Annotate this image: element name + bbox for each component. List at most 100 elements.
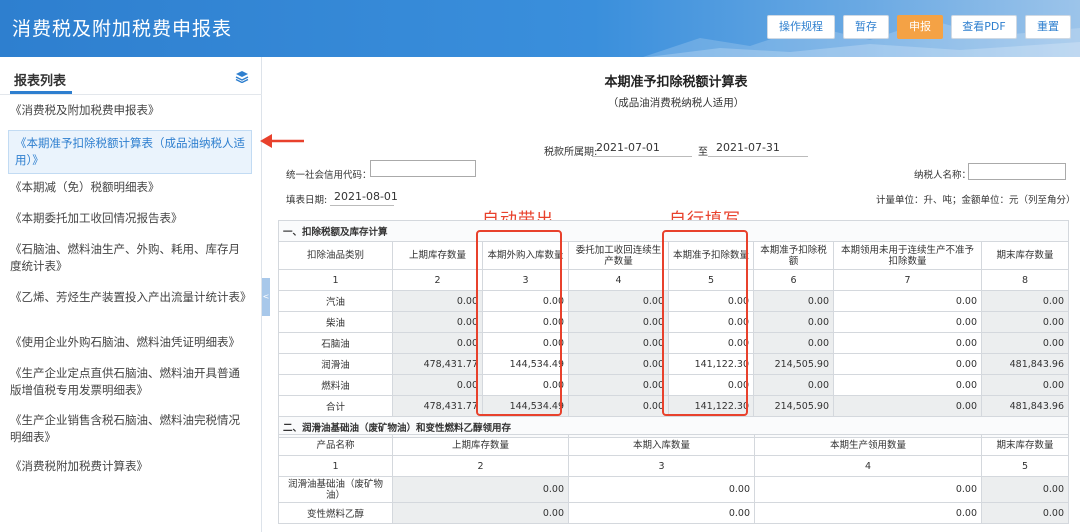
sidebar-item-purchase-voucher-detail[interactable]: 《使用企业外购石脑油、燃料油凭证明细表》 — [10, 334, 250, 351]
end-inventory-cell: 0.00 — [981, 502, 1069, 524]
self-fill-highlight — [662, 230, 748, 416]
table-row: 变性燃料乙醇 0.00 0.00 0.00 0.00 — [278, 502, 1069, 524]
save-draft-button[interactable]: 暂存 — [843, 15, 889, 39]
sidebar-title: 报表列表 — [14, 74, 67, 89]
unit-note: 计量单位：升、吨；金额单位：元（列至角分） — [876, 195, 1076, 206]
non-deductible-qty-input[interactable]: 0.00 — [833, 290, 982, 312]
entrusted-qty-cell: 0.00 — [568, 290, 669, 312]
production-use-qty-input[interactable]: 0.00 — [754, 476, 982, 503]
col-header: 扣除油品类别 — [278, 241, 393, 270]
sidebar-item-naphtha-monthly-stats[interactable]: 《石脑油、燃料油生产、外购、耗用、库存月度统计表》 — [10, 241, 250, 275]
sidebar-collapse-handle[interactable]: < — [262, 278, 270, 316]
row-label: 变性燃料乙醇 — [278, 502, 393, 524]
deductible-tax-cell: 0.00 — [753, 290, 834, 312]
submit-button[interactable]: 申报 — [897, 15, 943, 39]
sidebar-item-entrusted-processing[interactable]: 《本期委托加工收回情况报告表》 — [10, 210, 250, 227]
entrusted-qty-cell: 0.00 — [568, 374, 669, 396]
deductible-tax-cell: 0.00 — [753, 311, 834, 333]
non-deductible-qty-cell: 0.00 — [833, 395, 982, 417]
col-header: 期末库存数量 — [980, 241, 1070, 270]
row-label: 润滑油基础油（废矿物油） — [278, 476, 393, 503]
end-inventory-cell: 0.00 — [980, 332, 1070, 354]
app-header: 消费税及附加税费申报表 操作规程 暂存 申报 查看PDF 重置 — [0, 0, 1080, 57]
credit-code-label: 统一社会信用代码： — [286, 170, 372, 181]
sidebar-title-underline — [10, 91, 72, 94]
sidebar-item-tax-paid-sales-detail[interactable]: 《生产企业销售含税石脑油、燃料油完税情况明细表》 — [10, 412, 250, 446]
col-header: 本期领用未用于连续生产不准予扣除数量 — [833, 241, 982, 270]
non-deductible-qty-input[interactable]: 0.00 — [833, 332, 982, 354]
end-inventory-cell: 481,843.96 — [980, 395, 1070, 417]
procedure-button[interactable]: 操作规程 — [767, 15, 835, 39]
col-header: 上期库存数量 — [392, 241, 483, 270]
sidebar-item-surcharge-calc[interactable]: 《消费税附加税费计算表》 — [10, 458, 250, 475]
col-number: 1 — [278, 455, 393, 477]
entrusted-qty-cell: 0.00 — [568, 353, 669, 375]
deductible-tax-cell: 0.00 — [753, 332, 834, 354]
col-number: 5 — [981, 455, 1069, 477]
col-number: 4 — [568, 269, 669, 291]
row-label: 燃料油 — [278, 374, 393, 396]
col-header: 委托加工收回连续生产数量 — [568, 241, 669, 270]
sidebar-item-consumption-tax-return[interactable]: 《消费税及附加税费申报表》 — [10, 102, 250, 119]
production-use-qty-input[interactable]: 0.00 — [754, 502, 982, 524]
fill-date-label: 填表日期: — [286, 195, 328, 206]
non-deductible-qty-input[interactable]: 0.00 — [833, 374, 982, 396]
period-start-field[interactable]: 2021-07-01 — [596, 141, 660, 154]
period-end-underline — [708, 156, 808, 157]
sidebar-item-exemption-detail[interactable]: 《本期减（免）税额明细表》 — [10, 179, 250, 196]
non-deductible-qty-input[interactable]: 0.00 — [833, 311, 982, 333]
prev-inventory-cell: 0.00 — [392, 332, 483, 354]
end-inventory-cell: 481,843.96 — [980, 353, 1070, 375]
inbound-qty-input[interactable]: 0.00 — [568, 502, 755, 524]
col-header: 本期入库数量 — [568, 434, 755, 456]
end-inventory-cell: 0.00 — [981, 476, 1069, 503]
col-header: 上期库存数量 — [392, 434, 569, 456]
prev-inventory-cell: 0.00 — [392, 374, 483, 396]
lubricant-base-oil-table: 产品名称 上期库存数量 本期入库数量 本期生产领用数量 期末库存数量 1 2 3… — [278, 434, 1069, 524]
sidebar-item-deductible-tax-table[interactable]: 《本期准予扣除税额计算表（成品油纳税人适用）》 — [8, 130, 252, 174]
page-title: 消费税及附加税费申报表 — [12, 18, 233, 40]
prev-inventory-cell: 0.00 — [392, 311, 483, 333]
period-label: 税款所属期: — [544, 147, 598, 158]
reset-button[interactable]: 重置 — [1025, 15, 1071, 39]
end-inventory-cell: 0.00 — [980, 290, 1070, 312]
col-number: 8 — [980, 269, 1070, 291]
non-deductible-qty-input[interactable]: 0.00 — [833, 353, 982, 375]
prev-inventory-cell: 0.00 — [392, 476, 569, 503]
col-number: 3 — [568, 455, 755, 477]
table-row: 润滑油基础油（废矿物油） 0.00 0.00 0.00 0.00 — [278, 476, 1069, 503]
layers-icon[interactable] — [235, 70, 249, 83]
taxpayer-name-input[interactable] — [968, 163, 1066, 180]
taxpayer-name-label: 纳税人名称： — [914, 170, 972, 181]
col-number: 6 — [753, 269, 834, 291]
sidebar-item-direct-supply-invoice[interactable]: 《生产企业定点直供石脑油、燃料油开具普通版增值税专用发票明细表》 — [10, 365, 250, 399]
col-header: 本期生产领用数量 — [754, 434, 982, 456]
col-number: 7 — [833, 269, 982, 291]
deductible-tax-cell: 214,505.90 — [753, 395, 834, 417]
col-number: 4 — [754, 455, 982, 477]
fill-date-field[interactable]: 2021-08-01 — [334, 190, 398, 203]
col-number: 2 — [392, 455, 569, 477]
view-pdf-button[interactable]: 查看PDF — [951, 15, 1017, 39]
row-label: 柴油 — [278, 311, 393, 333]
row-label: 合计 — [278, 395, 393, 417]
sidebar-header: 报表列表 — [0, 57, 262, 95]
credit-code-input[interactable] — [370, 160, 476, 177]
col-header: 本期准予扣除税额 — [753, 241, 834, 270]
col-header: 期末库存数量 — [981, 434, 1069, 456]
col-number: 1 — [278, 269, 393, 291]
period-end-field[interactable]: 2021-07-31 — [716, 141, 780, 154]
sidebar-item-ethylene-flow-stats[interactable]: 《乙烯、芳烃生产装置投入产出流量计统计表》 — [10, 289, 252, 306]
inbound-qty-input[interactable]: 0.00 — [568, 476, 755, 503]
period-start-underline — [592, 156, 692, 157]
row-label: 石脑油 — [278, 332, 393, 354]
prev-inventory-cell: 0.00 — [392, 290, 483, 312]
entrusted-qty-cell: 0.00 — [568, 332, 669, 354]
row-label: 汽油 — [278, 290, 393, 312]
prev-inventory-cell: 478,431.77 — [392, 395, 483, 417]
form-area: 本期准予扣除税额计算表 （成品油消费税纳税人适用） 税款所属期: 2021-07… — [272, 57, 1080, 532]
deductible-tax-cell: 214,505.90 — [753, 353, 834, 375]
deductible-tax-cell: 0.00 — [753, 374, 834, 396]
auto-fill-highlight — [476, 230, 562, 416]
entrusted-qty-cell: 0.00 — [568, 395, 669, 417]
